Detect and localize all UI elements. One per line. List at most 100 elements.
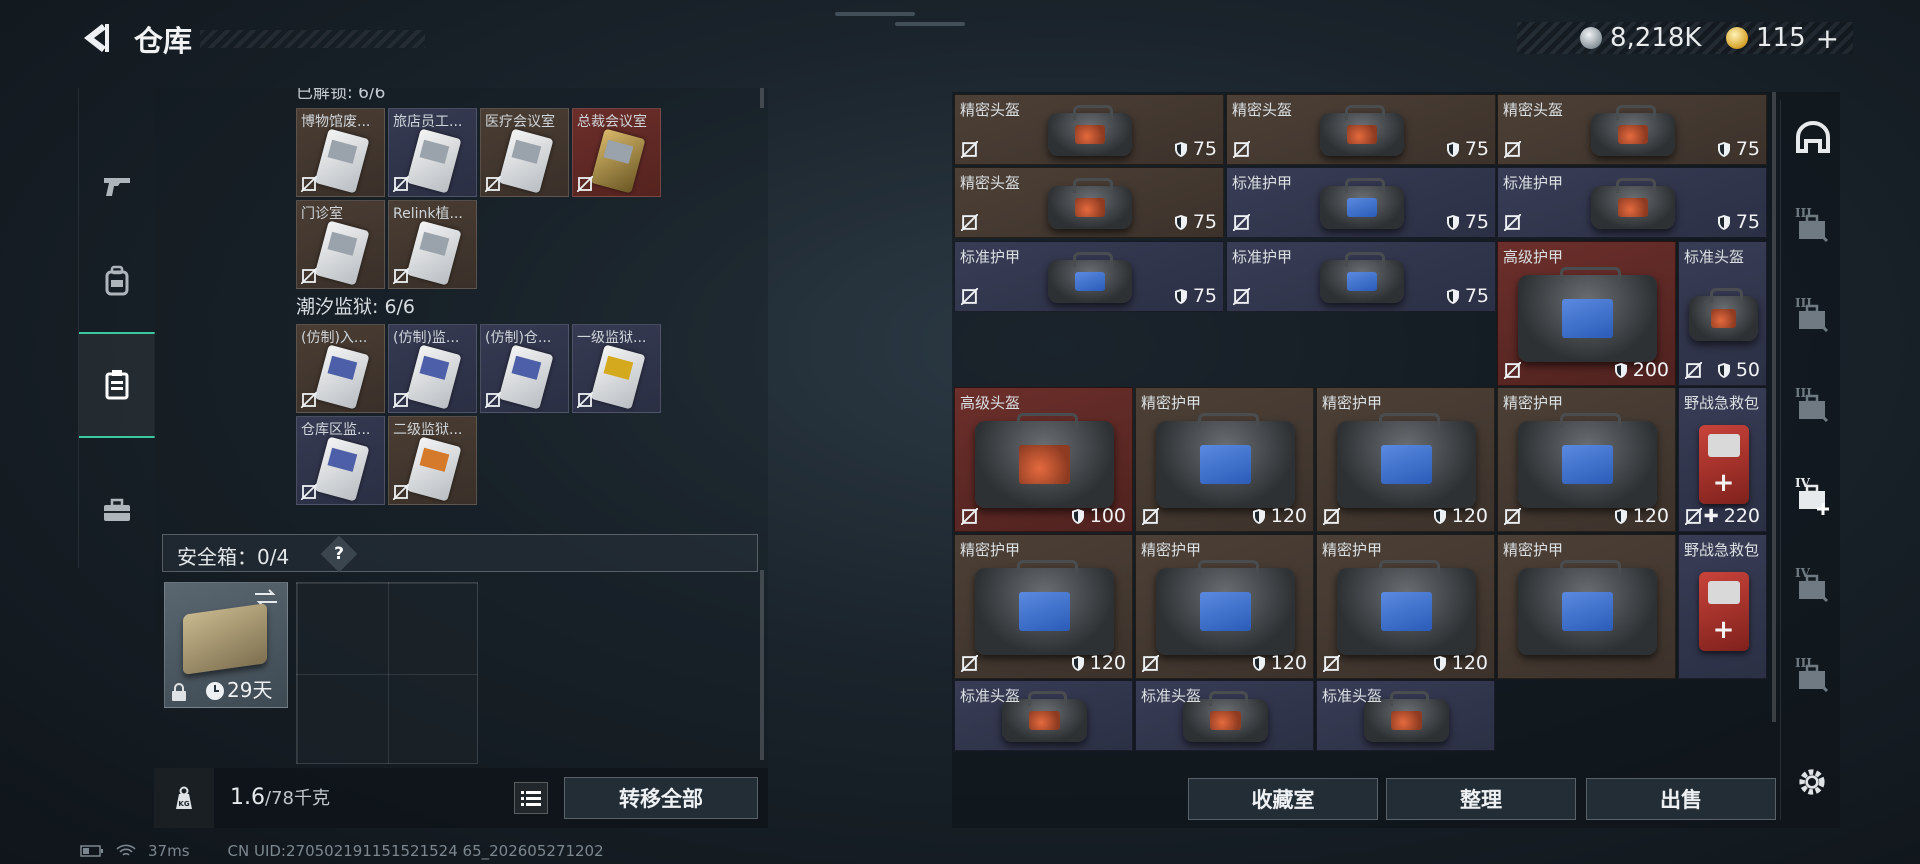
inventory-item[interactable]: 高级头盔 100	[954, 387, 1133, 532]
keycard-slot[interactable]: 旅店员工...	[388, 108, 477, 197]
keycard-slot[interactable]: 医疗会议室	[480, 108, 569, 197]
item-durability: 75	[1446, 138, 1489, 160]
container-slot-button[interactable]: III	[1789, 294, 1837, 342]
item-name: 精密护甲	[1322, 541, 1383, 559]
back-button[interactable]	[78, 20, 114, 56]
durability-value: 120	[1451, 505, 1488, 527]
durability-shield-icon	[1614, 362, 1627, 378]
inventory-item[interactable]: 标准护甲 75	[1226, 241, 1496, 312]
item-emblem	[1074, 125, 1106, 144]
container-level-label: IV	[1795, 566, 1810, 580]
container-slot-button[interactable]	[1789, 114, 1837, 162]
premium-balance[interactable]: 115 +	[1726, 22, 1839, 55]
coin-balance[interactable]: 8,218K	[1580, 22, 1701, 54]
keycard-slot[interactable]: 二级监狱...	[388, 416, 477, 505]
coin-icon	[1580, 27, 1602, 49]
no-insurance-icon	[485, 392, 501, 408]
inventory-item[interactable]: 标准头盔 50	[1678, 241, 1767, 386]
container-slot-button[interactable]: IV	[1789, 474, 1837, 522]
inventory-item[interactable]: 精密护甲 120	[1135, 534, 1314, 679]
safebox-remaining-time: 29天	[227, 678, 273, 702]
inventory-item[interactable]: 精密护甲 120	[1316, 387, 1495, 532]
keycard-slot[interactable]: Relink植...	[388, 200, 477, 289]
no-insurance-icon	[301, 392, 317, 408]
organize-button[interactable]: 整理	[1386, 778, 1576, 820]
inventory-item[interactable]: 标准护甲 75	[1497, 167, 1767, 238]
container-slot-button[interactable]: III	[1789, 384, 1837, 432]
inventory-item[interactable]: 野战急救包 ✚220	[1678, 387, 1767, 532]
item-durability: ✚ 220	[1704, 505, 1760, 527]
item-emblem	[1562, 592, 1613, 631]
inventory-item[interactable]: 精密护甲	[1497, 534, 1676, 679]
inventory-item[interactable]: 野战急救包	[1678, 534, 1767, 679]
durability-value: 75	[1464, 138, 1489, 160]
item-emblem	[1019, 592, 1070, 631]
premium-currency-icon	[1726, 27, 1748, 49]
nav-gear[interactable]	[79, 228, 155, 334]
no-insurance-icon	[301, 268, 317, 284]
no-insurance-icon	[1685, 362, 1702, 379]
list-view-button[interactable]	[514, 782, 548, 814]
keycard-slot[interactable]: (仿制)监...	[388, 324, 477, 413]
keycard-slot[interactable]: 总裁会议室	[572, 108, 661, 197]
armor-image	[1155, 413, 1296, 508]
durability-shield-icon	[1071, 508, 1084, 524]
item-durability: 75	[1717, 211, 1760, 233]
inventory-scrollbar[interactable]	[1772, 92, 1776, 722]
inventory-item[interactable]: 精密头盔 75	[954, 94, 1224, 165]
inventory-item[interactable]: 精密护甲 120	[1316, 534, 1495, 679]
keycard-slot[interactable]: 一级监狱...	[572, 324, 661, 413]
inventory-item[interactable]: 精密头盔 75	[1226, 94, 1496, 165]
inventory-item[interactable]: 精密护甲 120	[1135, 387, 1314, 532]
container-level-label: III	[1795, 386, 1812, 400]
keycard-slot[interactable]: (仿制)仓...	[480, 324, 569, 413]
nav-keycards[interactable]	[79, 332, 155, 438]
safebox-slots[interactable]	[296, 582, 478, 764]
keycard-slot[interactable]: 门诊室	[296, 200, 385, 289]
inventory-item[interactable]: 标准护甲 75	[954, 241, 1224, 312]
help-button[interactable]: ?	[320, 535, 358, 573]
scrollbar-thumb[interactable]	[760, 570, 764, 760]
inventory-item[interactable]: 标准头盔	[954, 680, 1133, 751]
item-name: 精密护甲	[1322, 394, 1383, 412]
scrollbar-top[interactable]	[760, 88, 764, 108]
durability-value: 75	[1464, 211, 1489, 233]
nav-tools[interactable]	[79, 458, 155, 564]
durability-shield-icon	[1252, 508, 1265, 524]
armor-image	[1336, 413, 1477, 508]
nav-weapons[interactable]	[79, 132, 155, 238]
no-insurance-icon	[1233, 214, 1250, 231]
inventory-item[interactable]: 精密护甲 120	[1497, 387, 1676, 532]
container-slot-button[interactable]: III	[1789, 654, 1837, 702]
transfer-all-button[interactable]: 转移全部	[564, 777, 758, 819]
add-currency-icon[interactable]: +	[1816, 22, 1839, 55]
inventory-item[interactable]: 高级护甲 200	[1497, 241, 1676, 386]
inventory-item[interactable]: 标准头盔	[1135, 680, 1314, 751]
keycard-slot[interactable]: 仓库区监...	[296, 416, 385, 505]
inventory-item[interactable]: 精密头盔 75	[1497, 94, 1767, 165]
inventory-item[interactable]: 精密护甲 120	[954, 534, 1133, 679]
weight-current: 1.6	[230, 785, 265, 810]
weight-button[interactable]: KG	[154, 768, 214, 828]
item-durability: 75	[1446, 285, 1489, 307]
storage-scroll-area[interactable]: 已解锁: 6/6 博物馆废... 旅店员工... 医疗会议室 总裁会议室 门诊室 Reli…	[154, 88, 768, 768]
item-durability: 120	[1433, 505, 1488, 527]
keycard-image	[498, 344, 554, 410]
durability-value: 100	[1089, 505, 1126, 527]
durability-shield-icon	[1446, 214, 1459, 230]
inventory-grid[interactable]: 精密头盔 75 精密头盔 75 精密头盔 75 精密头盔 75 标准护甲 75 标准护甲 75 标准护甲…	[954, 94, 1769, 768]
collection-room-button[interactable]: 收藏室	[1188, 778, 1378, 820]
durability-value: 120	[1451, 652, 1488, 674]
keycard-slot[interactable]: 博物馆废...	[296, 108, 385, 197]
inventory-item[interactable]: 标准护甲 75	[1226, 167, 1496, 238]
item-name: 标准头盔	[1322, 687, 1383, 705]
keycard-slot[interactable]: (仿制)入...	[296, 324, 385, 413]
container-slot-button[interactable]: III	[1789, 204, 1837, 252]
inventory-item[interactable]: 精密头盔 75	[954, 167, 1224, 238]
inventory-item[interactable]: 标准头盔	[1316, 680, 1495, 751]
settings-button[interactable]	[1788, 758, 1836, 806]
safebox-header: 安全箱：0/4 ?	[162, 534, 758, 573]
container-slot-button[interactable]: IV	[1789, 564, 1837, 612]
safebox-item[interactable]: 29天	[164, 582, 288, 708]
sell-button[interactable]: 出售	[1586, 778, 1776, 820]
